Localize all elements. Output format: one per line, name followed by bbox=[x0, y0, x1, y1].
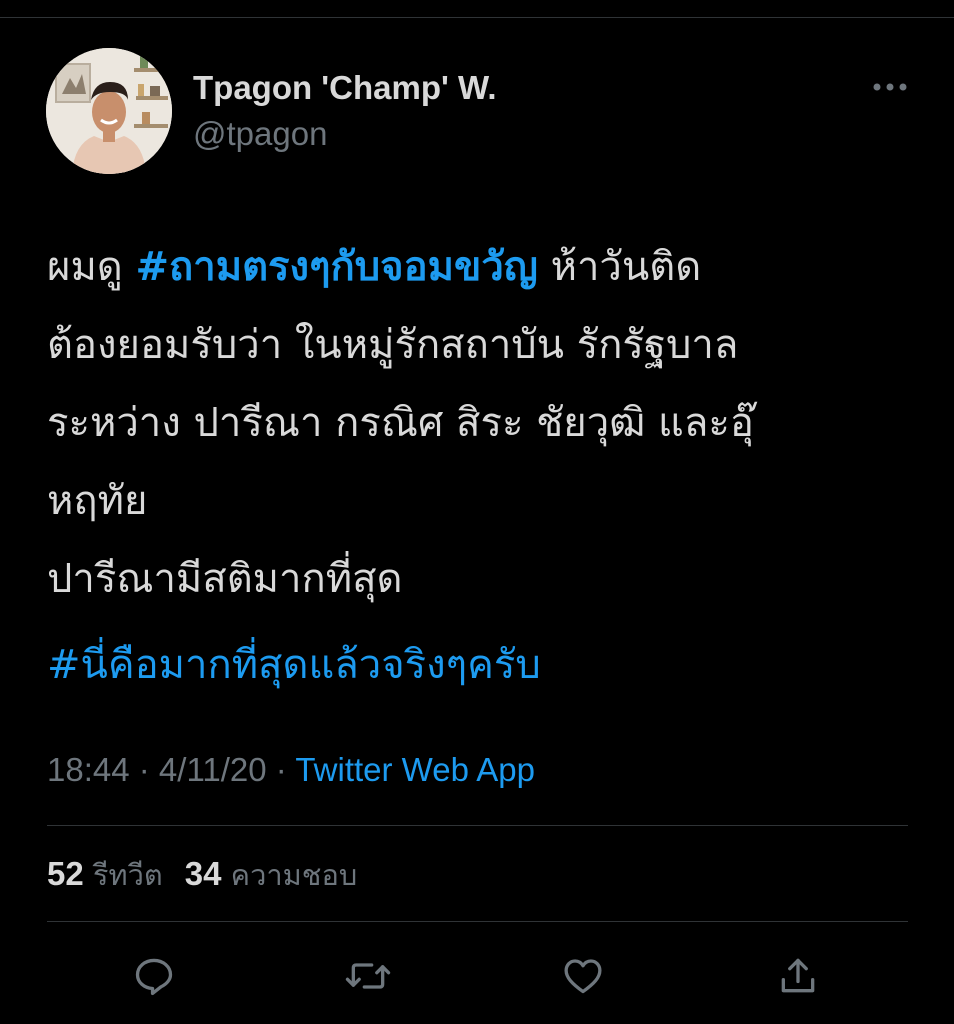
tweet-text-line-2: ต้องยอมรับว่า ในหมู่รักสถาบัน รักรัฐบาล bbox=[47, 322, 739, 368]
hashtag-link[interactable]: #ถามตรงๆกับจอมขวัญ bbox=[136, 244, 538, 290]
divider-stats bbox=[47, 921, 908, 922]
tweet-text-line-3: ระหว่าง ปารีณา กรณิศ สิระ ชัยวุฒิ และอุ๊ bbox=[47, 400, 754, 446]
tweet-date[interactable]: 4/11/20 bbox=[159, 751, 267, 788]
share-icon bbox=[781, 958, 815, 993]
more-options-button[interactable] bbox=[870, 72, 910, 102]
author-display-name[interactable]: Tpagon 'Champ' W. bbox=[193, 68, 497, 108]
author-info[interactable]: Tpagon 'Champ' W. @tpagon bbox=[193, 68, 497, 154]
like-button[interactable] bbox=[559, 950, 607, 1002]
hashtag-link[interactable]: #นี่คือมากที่สุดแล้วจริงๆครับ bbox=[47, 642, 541, 688]
meta-separator: · bbox=[129, 751, 159, 788]
retweets-count: 52 bbox=[47, 855, 84, 892]
meta-separator: · bbox=[266, 751, 296, 788]
author-handle[interactable]: @tpagon bbox=[193, 114, 497, 154]
retweets-stat[interactable]: 52 รีทวีต bbox=[47, 852, 163, 897]
divider-meta bbox=[47, 825, 908, 826]
reply-icon bbox=[135, 958, 173, 996]
top-divider bbox=[0, 17, 954, 18]
likes-count: 34 bbox=[184, 855, 222, 892]
avatar-image bbox=[46, 48, 172, 174]
tweet-text-line-6: #นี่คือมากที่สุดแล้วจริงๆครับ bbox=[47, 626, 917, 704]
tweet-meta: 18:44 · 4/11/20 · Twitter Web App bbox=[47, 748, 535, 792]
tweet-text: ผมดู #ถามตรงๆกับจอมขวัญ ห้าวันติด ต้องยอ… bbox=[47, 228, 917, 704]
author-avatar[interactable] bbox=[46, 48, 172, 174]
like-icon bbox=[564, 959, 602, 994]
more-icon bbox=[873, 83, 907, 91]
tweet-stats: 52 รีทวีต 34 ความชอบ bbox=[47, 852, 379, 897]
retweet-icon bbox=[345, 963, 391, 989]
tweet-text-line-1: ผมดู #ถามตรงๆกับจอมขวัญ ห้าวันติด bbox=[47, 228, 917, 306]
likes-label: ความชอบ bbox=[221, 858, 358, 892]
tweet-text-line-4: หฤทัย bbox=[47, 478, 148, 524]
tweet-actions bbox=[0, 950, 954, 1002]
tweet-time[interactable]: 18:44 bbox=[47, 751, 130, 788]
tweet-text-segment: ห้าวันติด bbox=[537, 244, 702, 290]
retweets-label: รีทวีต bbox=[83, 858, 163, 892]
tweet-text-segment: ผมดู bbox=[47, 244, 136, 290]
share-button[interactable] bbox=[774, 950, 822, 1002]
tweet-text-line-5: ปารีณามีสติมากที่สุด bbox=[47, 556, 403, 602]
likes-stat[interactable]: 34 ความชอบ bbox=[185, 852, 358, 897]
reply-button[interactable] bbox=[130, 950, 178, 1002]
tweet-source-link[interactable]: Twitter Web App bbox=[295, 751, 535, 788]
retweet-button[interactable] bbox=[344, 950, 392, 1002]
